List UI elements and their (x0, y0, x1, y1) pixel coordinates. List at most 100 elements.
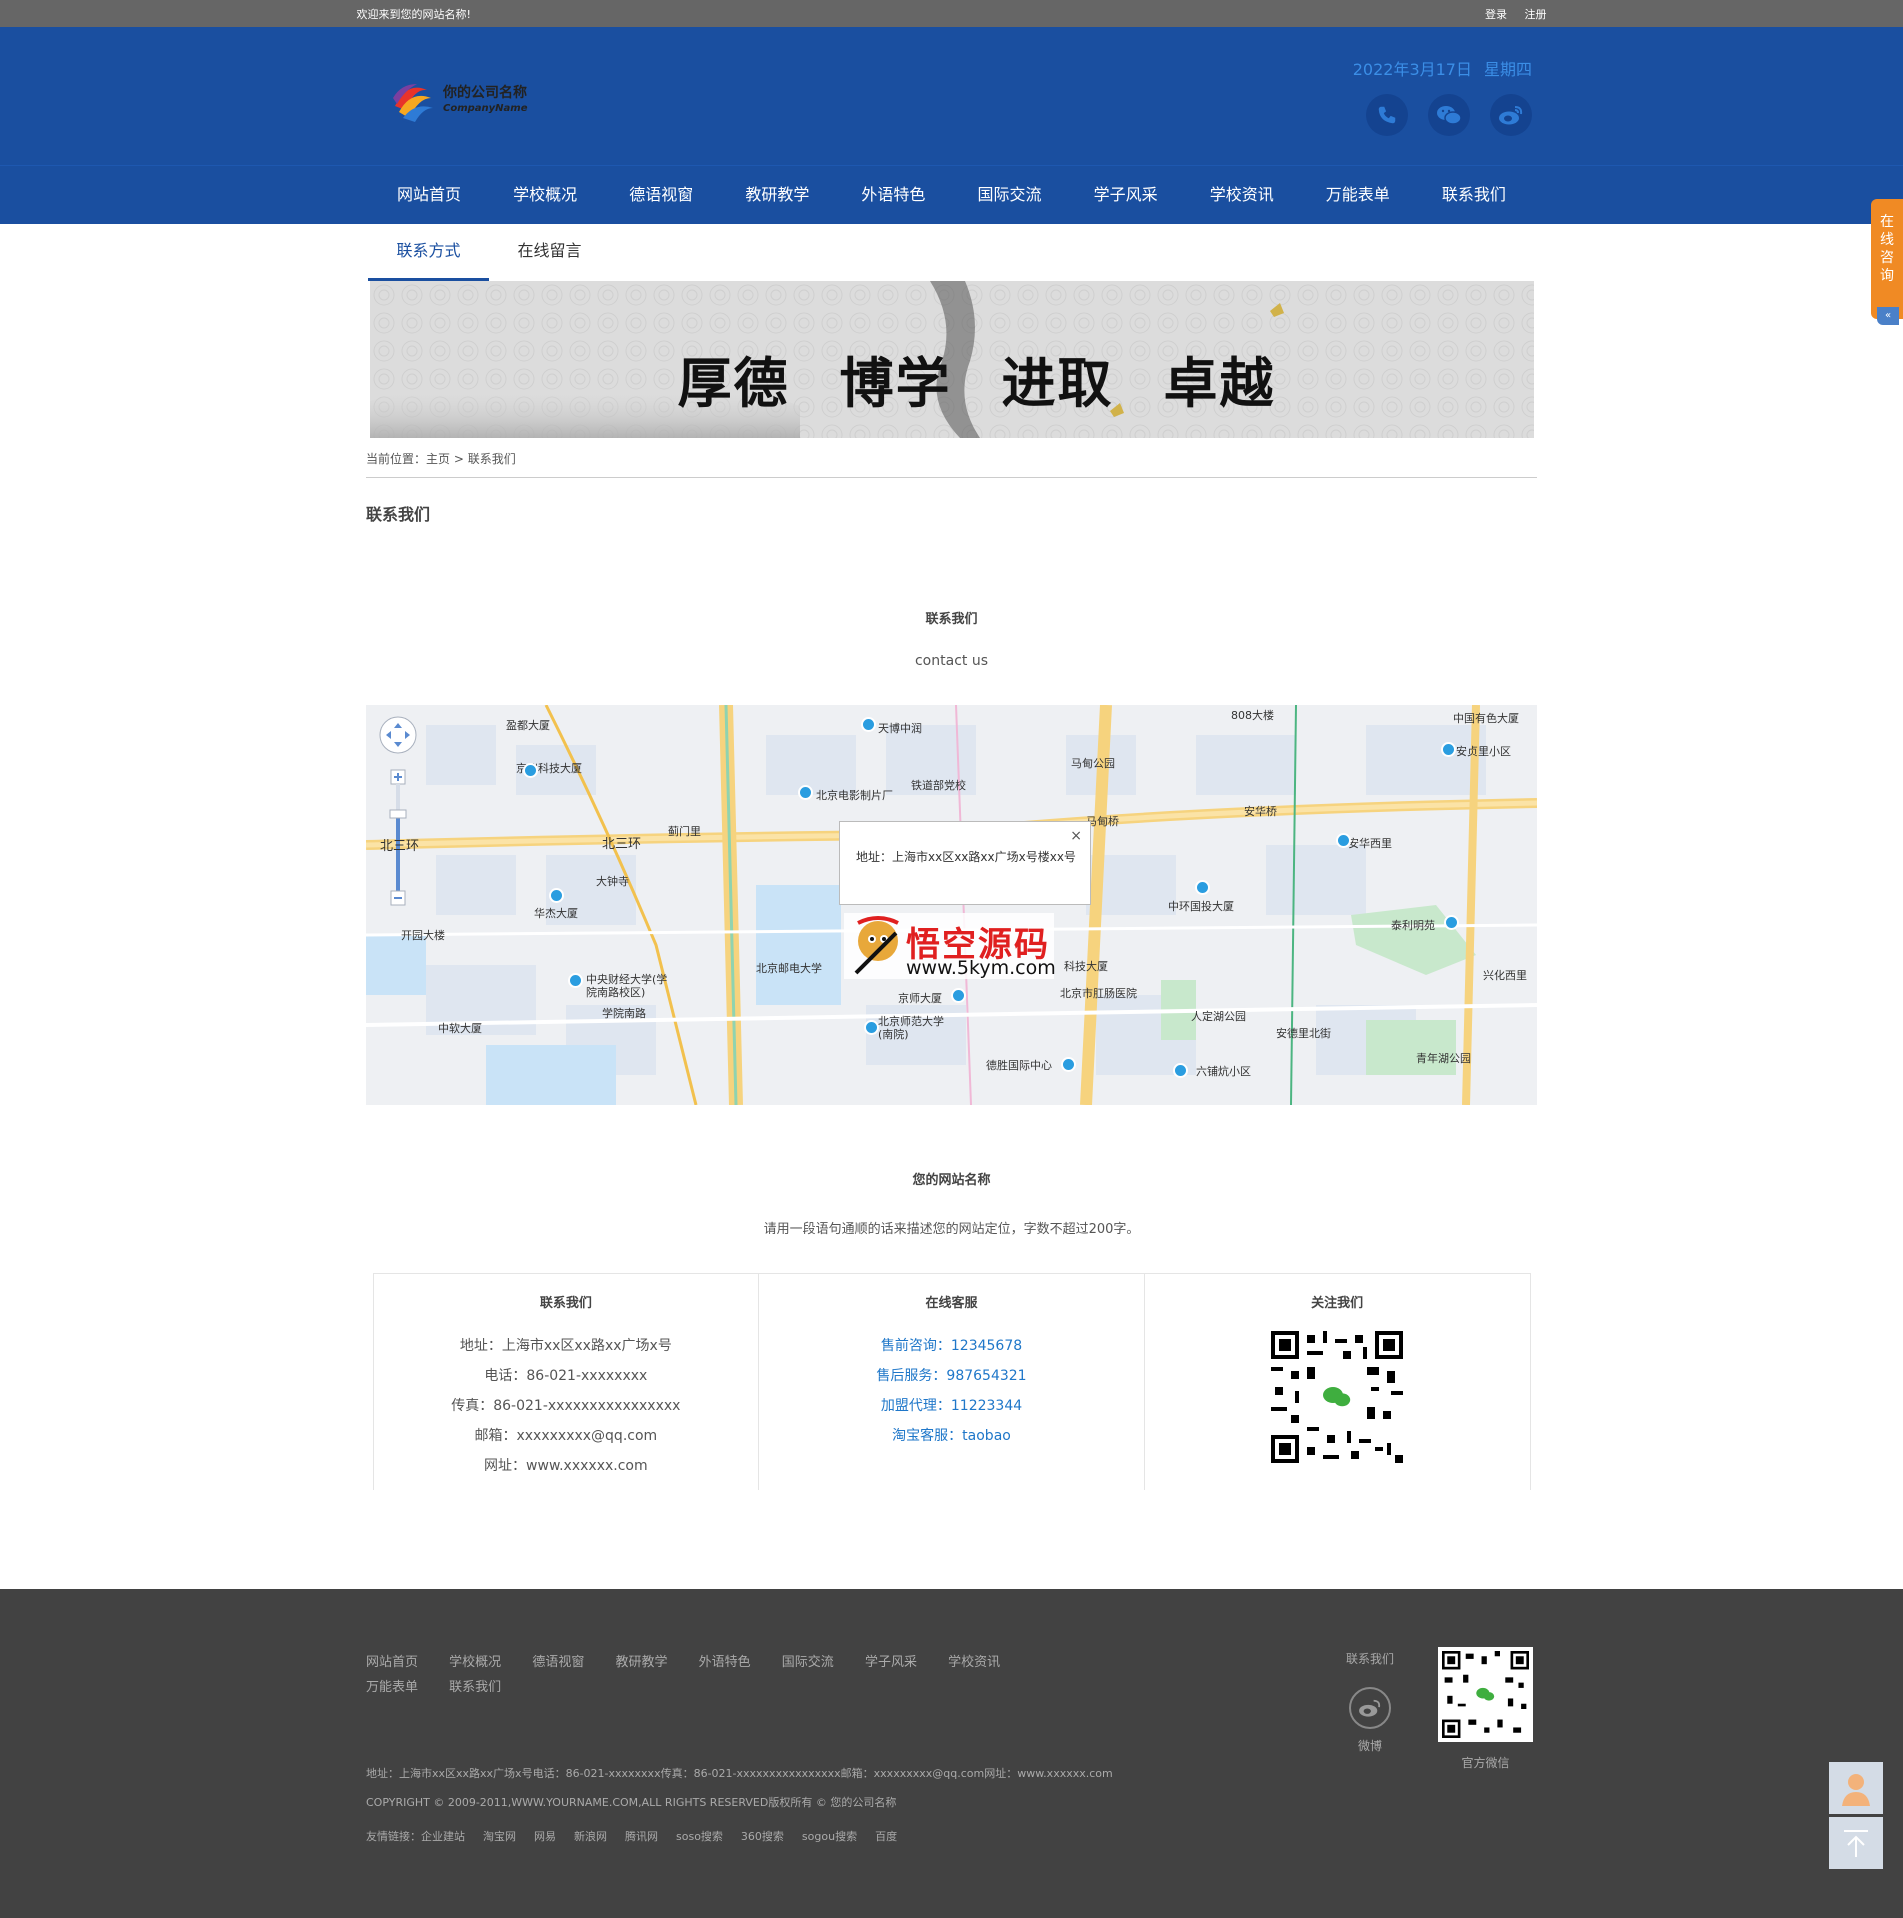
footer-nav-item[interactable]: 联系我们 (449, 1675, 501, 1700)
footer-nav-item[interactable]: 国际交流 (782, 1650, 834, 1675)
contact-website: 网址：www.xxxxxx.com (484, 1458, 648, 1474)
location-map[interactable]: 盈都大厦 京仪科技大厦 天博中润 北京电影制片厂 铁道部党校 马甸公园 808大… (366, 705, 1537, 1105)
nav-item-home[interactable]: 网站首页 (371, 166, 487, 223)
map-label: 大钟寺 (596, 875, 629, 888)
motto-3: 进取 (1001, 351, 1114, 415)
map-pin[interactable] (1061, 1057, 1076, 1072)
friend-link[interactable]: 新浪网 (574, 1830, 607, 1843)
weibo-icon[interactable] (1490, 94, 1532, 136)
map-label: 安华西里 (1348, 837, 1392, 850)
map-label: 德胜国际中心 (986, 1059, 1052, 1072)
nav-item-students[interactable]: 学子风采 (1068, 166, 1184, 223)
monkey-icon (854, 916, 899, 975)
close-icon[interactable]: × (1070, 828, 1082, 844)
map-pin[interactable] (523, 763, 538, 778)
map-label: 中央财经大学(学院南路校区) (586, 973, 668, 999)
contact-email: 邮箱：xxxxxxxxx@qq.com (474, 1428, 658, 1444)
friend-link[interactable]: 腾讯网 (625, 1830, 658, 1843)
map-pin[interactable] (1444, 915, 1459, 930)
map-label: 马甸公园 (1071, 757, 1115, 770)
map-pin[interactable] (1336, 833, 1351, 848)
friend-link[interactable]: 淘宝网 (483, 1830, 516, 1843)
contact-column-title: 联系我们 (539, 1296, 592, 1311)
friend-link[interactable]: 企业建站 (421, 1830, 465, 1843)
map-info-window: × 地址：上海市xx区xx路xx广场x号楼xx号 (839, 821, 1091, 905)
footer-nav-item[interactable]: 学校资讯 (948, 1650, 1000, 1675)
user-icon (1842, 1774, 1870, 1806)
nav-item-news[interactable]: 学校资讯 (1184, 166, 1300, 223)
motto-2: 博学 (839, 351, 952, 415)
map-label: 北京电影制片厂 (816, 789, 893, 802)
service-franchise[interactable]: 加盟代理：11223344 (759, 1391, 1144, 1421)
footer-nav-item[interactable]: 外语特色 (699, 1650, 751, 1675)
nav-item-forms[interactable]: 万能表单 (1300, 166, 1416, 223)
map-zoom-control[interactable] (378, 715, 418, 919)
footer-nav-item[interactable]: 万能表单 (366, 1675, 418, 1700)
follow-column-title: 关注我们 (1311, 1296, 1364, 1311)
footer-qr-code (1438, 1647, 1533, 1742)
map-pin[interactable] (549, 888, 564, 903)
footer-nav-item[interactable]: 网站首页 (366, 1650, 418, 1675)
breadcrumb-current: 联系我们 (467, 452, 516, 466)
online-consult-tab[interactable]: 在 线 咨 询 « (1871, 199, 1903, 325)
map-label: 华杰大厦 (534, 907, 578, 920)
nav-item-overview[interactable]: 学校概况 (487, 166, 603, 223)
login-link[interactable]: 登录 (1485, 8, 1507, 21)
footer-nav-item[interactable]: 教研教学 (615, 1650, 667, 1675)
footer-contact-line: 地址：上海市xx区xx路xx广场x号电话：86-021-xxxxxxxx传真：8… (366, 1767, 1113, 1780)
map-label: 中软大厦 (438, 1022, 482, 1035)
breadcrumb-home[interactable]: 主页 (426, 452, 450, 466)
consult-char: 询 (1880, 268, 1894, 284)
map-label: 盈都大厦 (506, 719, 550, 732)
collapse-icon[interactable]: « (1877, 307, 1899, 325)
company-name: 你的公司名称 (443, 85, 527, 101)
nav-item-international[interactable]: 国际交流 (951, 166, 1067, 223)
footer-nav-item[interactable]: 学子风采 (865, 1650, 917, 1675)
customer-service-button[interactable] (1829, 1762, 1883, 1814)
service-aftersales[interactable]: 售后服务：987654321 (759, 1361, 1144, 1391)
footer-contact-label: 联系我们 (1346, 1652, 1395, 1666)
service-presales[interactable]: 售前咨询：12345678 (759, 1331, 1144, 1361)
map-pin[interactable] (568, 973, 583, 988)
map-label: 人定湖公园 (1191, 1010, 1246, 1023)
phone-icon[interactable] (1366, 94, 1408, 136)
site-logo[interactable]: 你的公司名称 CompanyName (387, 76, 528, 126)
back-to-top-button[interactable] (1829, 1817, 1883, 1869)
map-label: 青年湖公园 (1416, 1052, 1471, 1065)
friend-link[interactable]: 百度 (875, 1830, 897, 1843)
page-title: 联系我们 (366, 505, 431, 524)
map-pin[interactable] (1173, 1063, 1188, 1078)
nav-item-german-window[interactable]: 德语视窗 (603, 166, 719, 223)
map-pin[interactable] (1441, 742, 1456, 757)
weibo-icon[interactable] (1349, 1687, 1391, 1729)
banner: 厚德 博学 进取 卓越 (369, 281, 1534, 438)
register-link[interactable]: 注册 (1525, 8, 1547, 21)
map-pin[interactable] (864, 1020, 879, 1035)
watermark-logo: 悟空源码 www.5kym.com (844, 913, 1056, 979)
tab-contact-info[interactable]: 联系方式 (368, 224, 489, 281)
header: 你的公司名称 CompanyName 2022年3月17日 星期四 (0, 27, 1903, 165)
map-pin[interactable] (951, 988, 966, 1003)
footer-nav-item[interactable]: 德语视窗 (532, 1650, 584, 1675)
sub-tabs: 联系方式 在线留言 (368, 224, 1535, 281)
map-pin[interactable] (861, 717, 876, 732)
nav-item-teaching[interactable]: 教研教学 (719, 166, 835, 223)
nav-item-language[interactable]: 外语特色 (835, 166, 951, 223)
map-popup-address: 地址：上海市xx区xx路xx广场x号楼xx号 (856, 850, 1076, 864)
friend-link[interactable]: 网易 (534, 1830, 556, 1843)
friend-link[interactable]: 360搜索 (741, 1830, 784, 1843)
nav-item-contact[interactable]: 联系我们 (1416, 166, 1532, 223)
follow-column: 关注我们 (1143, 1274, 1531, 1490)
company-name-en: CompanyName (443, 103, 528, 114)
service-taobao[interactable]: 淘宝客服：taobao (759, 1421, 1144, 1451)
tab-online-message[interactable]: 在线留言 (489, 224, 610, 281)
map-label: 808大楼 (1231, 709, 1274, 722)
motto-4: 卓越 (1163, 351, 1276, 415)
contact-address: 地址：上海市xx区xx路xx广场x号 (459, 1338, 672, 1354)
map-pin[interactable] (1195, 880, 1210, 895)
footer-nav-item[interactable]: 学校概况 (449, 1650, 501, 1675)
friend-link[interactable]: soso搜索 (676, 1830, 723, 1843)
map-pin[interactable] (798, 785, 813, 800)
friend-link[interactable]: sogou搜索 (802, 1830, 857, 1843)
wechat-icon[interactable] (1428, 94, 1470, 136)
